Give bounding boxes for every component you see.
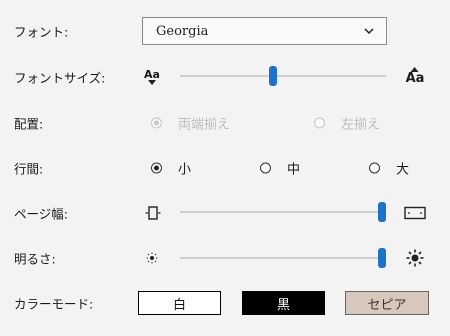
font-dropdown[interactable]: Georgia: [142, 17, 387, 45]
color-mode-sepia-button[interactable]: セピア: [345, 291, 429, 315]
narrow-page-icon[interactable]: [145, 206, 161, 220]
page-width-slider-thumb[interactable]: [377, 202, 386, 222]
radio-circle-icon: [314, 117, 325, 129]
brightness-label: 明るさ:: [14, 251, 56, 267]
radio-circle-icon: [151, 117, 162, 129]
font-label: フォント:: [14, 24, 69, 40]
color-mode-label: カラーモード:: [14, 296, 94, 312]
radio-circle-icon: [151, 162, 162, 174]
alignment-justify-radio[interactable]: 両端揃え: [151, 114, 230, 133]
font-size-slider-track[interactable]: [180, 75, 386, 77]
alignment-left-label: 左揃え: [341, 117, 381, 133]
line-spacing-small-label: 小: [178, 162, 192, 178]
line-spacing-label: 行間:: [14, 161, 44, 177]
alignment-justify-label: 両端揃え: [178, 117, 231, 133]
line-spacing-medium-radio[interactable]: 中: [260, 159, 300, 178]
font-size-label: フォントサイズ:: [14, 70, 106, 86]
wide-page-icon[interactable]: [404, 206, 426, 220]
line-spacing-medium-label: 中: [287, 162, 301, 178]
color-mode-white-button[interactable]: 白: [138, 291, 221, 315]
font-size-increase-icon[interactable]: Aa: [406, 67, 424, 85]
chevron-down-icon: [364, 28, 374, 35]
radio-circle-icon: [260, 162, 271, 174]
brightness-slider-track[interactable]: [180, 257, 386, 259]
line-spacing-large-radio[interactable]: 大: [369, 159, 409, 178]
brightness-low-icon[interactable]: [146, 252, 158, 264]
page-width-slider-track[interactable]: [180, 211, 386, 213]
brightness-high-icon[interactable]: [406, 249, 424, 267]
line-spacing-small-radio[interactable]: 小: [151, 159, 191, 178]
alignment-left-radio[interactable]: 左揃え: [314, 114, 380, 133]
font-dropdown-value: Georgia: [156, 23, 209, 39]
alignment-label: 配置:: [14, 116, 44, 132]
font-size-slider-thumb[interactable]: [268, 66, 277, 86]
radio-circle-icon: [369, 162, 380, 174]
line-spacing-large-label: 大: [396, 162, 410, 178]
page-width-label: ページ幅:: [14, 206, 68, 222]
brightness-slider-thumb[interactable]: [377, 248, 386, 268]
color-mode-black-button[interactable]: 黒: [242, 291, 325, 315]
font-size-decrease-icon[interactable]: Aa: [144, 69, 160, 85]
